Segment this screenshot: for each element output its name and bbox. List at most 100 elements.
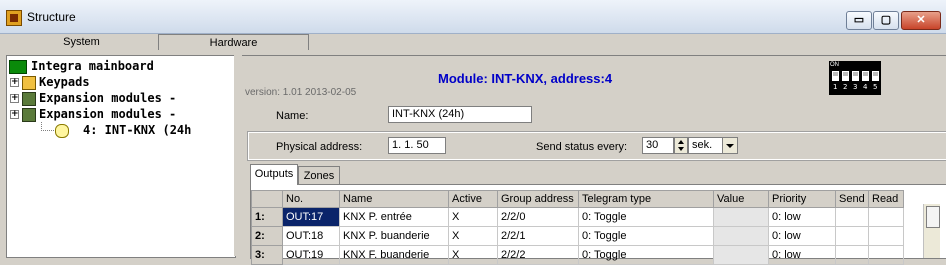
cell-telegram-type[interactable]: 0: Toggle [578, 226, 714, 246]
table-row[interactable]: 1: OUT:17 KNX P. entrée X 2/2/0 0: Toggl… [251, 207, 904, 227]
cell-active[interactable]: X [448, 245, 498, 265]
expand-icon[interactable] [10, 90, 19, 106]
tab-hardware[interactable]: Hardware [158, 34, 309, 50]
col-priority[interactable]: Priority [768, 190, 836, 208]
tab-system[interactable]: System [6, 34, 157, 50]
name-label: Name: [276, 110, 309, 122]
dip-switch-5 [872, 71, 879, 81]
row-index: 1: [251, 207, 283, 227]
cell-no[interactable]: OUT:17 [282, 207, 340, 227]
cell-read[interactable] [868, 245, 904, 265]
close-icon: ✕ [916, 14, 926, 26]
send-status-label: Send status every: [536, 141, 628, 153]
col-send[interactable]: Send [835, 190, 869, 208]
send-status-field[interactable]: 30 [642, 137, 674, 154]
tree-connector [41, 122, 54, 131]
cell-send[interactable] [835, 207, 869, 227]
send-status-unit-select[interactable]: sek. [688, 137, 724, 154]
dip-on-label: ON [830, 62, 839, 68]
col-no[interactable]: No. [282, 190, 340, 208]
cell-read[interactable] [868, 226, 904, 246]
cell-value[interactable] [713, 226, 769, 246]
expand-icon[interactable] [10, 74, 19, 90]
modules-icon [22, 108, 36, 122]
table-row[interactable]: 2: OUT:18 KNX P. buanderie X 2/2/1 0: To… [251, 226, 904, 246]
cell-group-address[interactable]: 2/2/0 [497, 207, 579, 227]
col-read[interactable]: Read [868, 190, 904, 208]
window-titlebar: Structure ▭ ▢ ✕ [0, 0, 946, 34]
col-name[interactable]: Name [339, 190, 449, 208]
splitter[interactable] [234, 55, 240, 256]
hardware-tree: Integra mainboard Keypads Expansion modu… [6, 55, 236, 258]
col-telegram-type[interactable]: Telegram type [578, 190, 714, 208]
scrollbar-thumb[interactable] [926, 206, 940, 228]
dip-switch-1 [832, 71, 839, 81]
cell-no[interactable]: OUT:18 [282, 226, 340, 246]
outputs-table: No. Name Active Group address Telegram t… [251, 190, 904, 265]
expand-icon[interactable] [10, 106, 19, 122]
tab-outputs[interactable]: Outputs [250, 164, 298, 185]
minimize-button[interactable]: ▭ [846, 11, 872, 30]
cell-send[interactable] [835, 226, 869, 246]
row-index: 2: [251, 226, 283, 246]
tab-zones[interactable]: Zones [298, 166, 340, 185]
modules-icon [22, 92, 36, 106]
col-group-address[interactable]: Group address [497, 190, 579, 208]
table-header-row: No. Name Active Group address Telegram t… [251, 190, 904, 208]
dip-label-2: 2 [843, 83, 848, 91]
cell-telegram-type[interactable]: 0: Toggle [578, 245, 714, 265]
cell-value[interactable] [713, 207, 769, 227]
dip-label-5: 5 [873, 83, 878, 91]
chevron-down-icon [726, 144, 734, 148]
cell-active[interactable]: X [448, 226, 498, 246]
lightbulb-icon [55, 124, 69, 138]
module-header: version: 1.01 2013-02-05 Module: INT-KNX… [242, 56, 946, 100]
tree-item-label: Expansion modules - [39, 107, 177, 121]
row-index: 3: [251, 245, 283, 265]
maximize-icon: ▢ [880, 14, 892, 26]
dip-switch-2 [842, 71, 849, 81]
cell-no[interactable]: OUT:19 [282, 245, 340, 265]
cell-priority[interactable]: 0: low [768, 245, 836, 265]
table-row[interactable]: 3: OUT:19 KNX F. buanderie X 2/2/2 0: To… [251, 245, 904, 265]
dip-label-1: 1 [833, 83, 838, 91]
cell-name[interactable]: KNX P. entrée [339, 207, 449, 227]
top-tabs: System Hardware [6, 34, 309, 50]
col-active[interactable]: Active [448, 190, 498, 208]
cell-active[interactable]: X [448, 207, 498, 227]
keypad-icon [22, 76, 36, 90]
tree-item-label: Integra mainboard [31, 59, 154, 73]
col-value[interactable]: Value [713, 190, 769, 208]
vertical-scrollbar[interactable] [923, 204, 940, 258]
unit-dropdown-button[interactable] [722, 137, 738, 154]
dip-switch: ON 1 2 3 4 5 [829, 61, 881, 95]
maximize-button[interactable]: ▢ [873, 11, 899, 30]
module-title: Module: INT-KNX, address:4 [438, 71, 613, 86]
version-label: version: 1.01 2013-02-05 [245, 87, 357, 98]
mainboard-icon [9, 60, 27, 74]
cell-group-address[interactable]: 2/2/2 [497, 245, 579, 265]
physical-address-field[interactable]: 1. 1. 50 [388, 137, 446, 154]
send-status-spinner[interactable] [674, 137, 688, 154]
name-field[interactable]: INT-KNX (24h) [388, 106, 532, 123]
cell-name[interactable]: KNX P. buanderie [339, 226, 449, 246]
tree-item-label: Keypads [39, 75, 90, 89]
cell-send[interactable] [835, 245, 869, 265]
outputs-grid: No. Name Active Group address Telegram t… [250, 184, 946, 265]
close-button[interactable]: ✕ [901, 11, 941, 30]
dip-label-3: 3 [853, 83, 858, 91]
cell-value[interactable] [713, 245, 769, 265]
tree-item-label: Expansion modules - [39, 91, 177, 105]
dip-label-4: 4 [863, 83, 868, 91]
app-icon [6, 10, 22, 26]
cell-name[interactable]: KNX F. buanderie [339, 245, 449, 265]
cell-telegram-type[interactable]: 0: Toggle [578, 207, 714, 227]
cell-priority[interactable]: 0: low [768, 207, 836, 227]
cell-read[interactable] [868, 207, 904, 227]
tree-item-label: 4: INT-KNX (24h [83, 123, 192, 137]
spinner-arrows-icon [678, 140, 684, 151]
cell-priority[interactable]: 0: low [768, 226, 836, 246]
cell-group-address[interactable]: 2/2/1 [497, 226, 579, 246]
corner-header [251, 190, 283, 208]
minimize-icon: ▭ [853, 14, 865, 26]
